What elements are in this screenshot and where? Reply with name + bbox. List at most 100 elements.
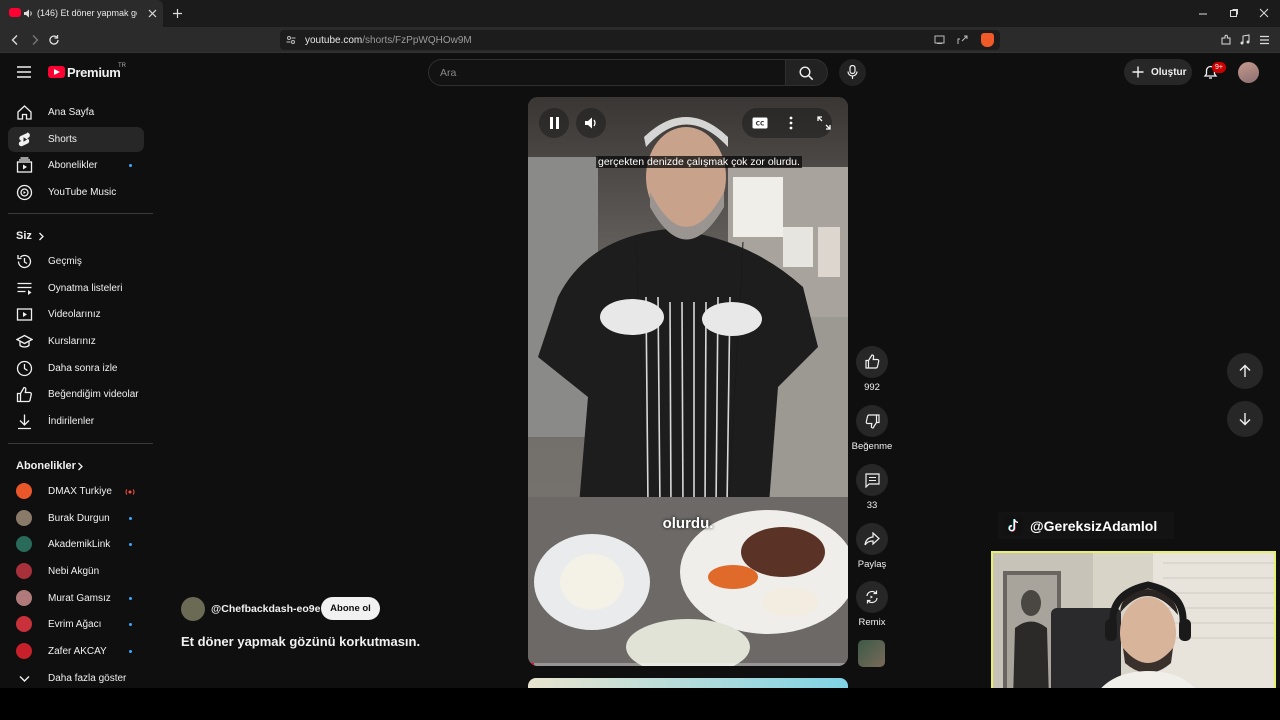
reload-icon[interactable] <box>48 34 60 46</box>
chevron-right-icon[interactable] <box>77 462 84 471</box>
subscribe-button[interactable]: Abone ol <box>321 597 380 620</box>
sidebar-item-downloads[interactable]: İndirilenler <box>8 409 144 434</box>
media-controls-icon[interactable] <box>1239 34 1251 46</box>
sidebar-item-watch-later[interactable]: Daha sonra izle <box>8 356 144 381</box>
browser-menu-icon[interactable] <box>1259 35 1270 45</box>
sidebar: Ana Sayfa Shorts Abonelikler YouTube Mus… <box>0 91 160 691</box>
browser-tab[interactable]: (146) Et döner yapmak gözün <box>0 0 163 27</box>
brave-shield-icon[interactable] <box>981 33 994 47</box>
like-button[interactable] <box>856 346 888 378</box>
shorts-video-player[interactable]: CC gerçekten denizde çalışmak çok zor ol… <box>528 97 848 666</box>
subscription-item[interactable]: Evrim Ağacı <box>8 612 144 637</box>
new-content-dot <box>129 650 132 653</box>
sidebar-item-label: YouTube Music <box>48 187 117 198</box>
svg-text:CC: CC <box>756 121 765 128</box>
back-icon[interactable] <box>9 34 21 46</box>
you-section-header[interactable]: Siz <box>16 230 32 242</box>
comment-count: 33 <box>866 500 878 511</box>
sidebar-item-home[interactable]: Ana Sayfa <box>8 100 144 125</box>
sidebar-item-playlists[interactable]: Oynatma listeleri <box>8 276 144 301</box>
subscriptions-section-header[interactable]: Abonelikler <box>16 460 76 472</box>
share-label: Paylaş <box>857 559 887 570</box>
progress-bar[interactable] <box>528 663 848 666</box>
pause-icon <box>550 117 559 129</box>
minimize-icon[interactable] <box>1198 9 1208 19</box>
streamer-handle: @GereksizAdamlol <box>1030 518 1158 534</box>
comments-button[interactable] <box>856 464 888 496</box>
subscription-item[interactable]: Murat Gamsız <box>8 586 144 611</box>
music-icon <box>16 184 33 201</box>
url-path: /shorts/FzPpWQHOw9M <box>362 35 472 46</box>
channel-avatar <box>16 563 32 579</box>
thumbs-down-icon <box>865 414 880 429</box>
video-frame <box>528 97 848 666</box>
subscription-label: AkademikLink <box>48 539 111 550</box>
channel-handle[interactable]: @Chefbackdash-eo9e <box>211 603 320 615</box>
sidebar-item-label: Oynatma listeleri <box>48 283 123 294</box>
sound-thumbnail[interactable] <box>858 640 885 667</box>
subscription-item[interactable]: Nebi Akgün <box>8 559 144 584</box>
subtitle-caption: gerçekten denizde çalışmak çok zor olurd… <box>596 155 802 169</box>
site-info-icon[interactable] <box>286 35 296 45</box>
captions-icon[interactable]: CC <box>752 117 768 129</box>
voice-search-button[interactable] <box>839 59 866 86</box>
next-short-preview[interactable] <box>528 678 848 688</box>
next-short-button[interactable] <box>1227 401 1263 437</box>
watch-later-icon <box>16 360 33 377</box>
sidebar-item-youtube-music[interactable]: YouTube Music <box>8 180 144 205</box>
dislike-label: Beğenme <box>851 441 893 452</box>
video-title[interactable]: Et döner yapmak gözünü korkutmasın. <box>181 634 420 649</box>
restore-icon[interactable] <box>1229 8 1239 18</box>
account-avatar[interactable] <box>1238 62 1259 83</box>
forward-icon[interactable] <box>29 34 41 46</box>
channel-avatar <box>16 616 32 632</box>
url-text: youtube.com/shorts/FzPpWQHOw9M <box>305 35 472 46</box>
sidebar-item-subscriptions[interactable]: Abonelikler <box>8 153 144 178</box>
subscription-label: Evrim Ağacı <box>48 619 102 630</box>
logo-text[interactable]: Premium <box>67 65 121 80</box>
fullscreen-icon[interactable] <box>817 116 831 130</box>
dislike-button[interactable] <box>856 405 888 437</box>
sidebar-item-history[interactable]: Geçmiş <box>8 249 144 274</box>
search-input[interactable]: Ara <box>428 59 786 86</box>
hamburger-menu-icon[interactable] <box>17 66 31 78</box>
channel-avatar[interactable] <box>181 597 205 621</box>
sidebar-item-courses[interactable]: Kurslarınız <box>8 329 144 354</box>
sidebar-item-liked-videos[interactable]: Beğendiğim videolar <box>8 382 144 407</box>
extensions-icon[interactable] <box>1220 34 1232 46</box>
live-icon <box>125 489 135 495</box>
subscription-item[interactable]: Zafer AKCAY <box>8 639 144 664</box>
remix-button[interactable] <box>856 581 888 613</box>
search-placeholder: Ara <box>440 67 457 79</box>
your-videos-icon <box>16 308 33 321</box>
subscription-item[interactable]: Burak Durgun <box>8 506 144 531</box>
chevron-right-icon[interactable] <box>38 232 45 241</box>
close-tab-icon[interactable] <box>148 9 157 18</box>
url-field[interactable]: youtube.com/shorts/FzPpWQHOw9M <box>280 30 1000 50</box>
volume-button[interactable] <box>576 108 606 138</box>
close-window-icon[interactable] <box>1259 8 1269 18</box>
previous-short-button[interactable] <box>1227 353 1263 389</box>
sidebar-item-your-videos[interactable]: Videolarınız <box>8 302 144 327</box>
sidebar-item-label: Abonelikler <box>48 160 98 171</box>
subscription-item[interactable]: DMAX Turkiye <box>8 479 144 504</box>
search-button[interactable] <box>786 59 828 86</box>
pause-button[interactable] <box>539 108 569 138</box>
share-page-icon[interactable] <box>957 35 968 45</box>
cast-icon[interactable] <box>934 35 945 45</box>
create-button[interactable]: Oluştur <box>1124 59 1192 85</box>
share-button[interactable] <box>856 523 888 555</box>
volume-icon <box>585 117 596 129</box>
channel-avatar <box>16 590 32 606</box>
new-content-dot <box>129 623 132 626</box>
subscription-item[interactable]: AkademikLink <box>8 532 144 557</box>
sidebar-item-shorts[interactable]: Shorts <box>8 127 144 152</box>
shorts-icon <box>18 132 30 147</box>
audio-playing-icon[interactable] <box>23 8 34 19</box>
more-options-icon[interactable] <box>789 116 793 130</box>
comment-icon <box>865 473 880 488</box>
webcam-image <box>993 553 1274 709</box>
youtube-logo-icon[interactable] <box>48 66 65 78</box>
new-tab-icon[interactable] <box>172 8 183 19</box>
tab-title: (146) Et döner yapmak gözün <box>37 8 137 18</box>
